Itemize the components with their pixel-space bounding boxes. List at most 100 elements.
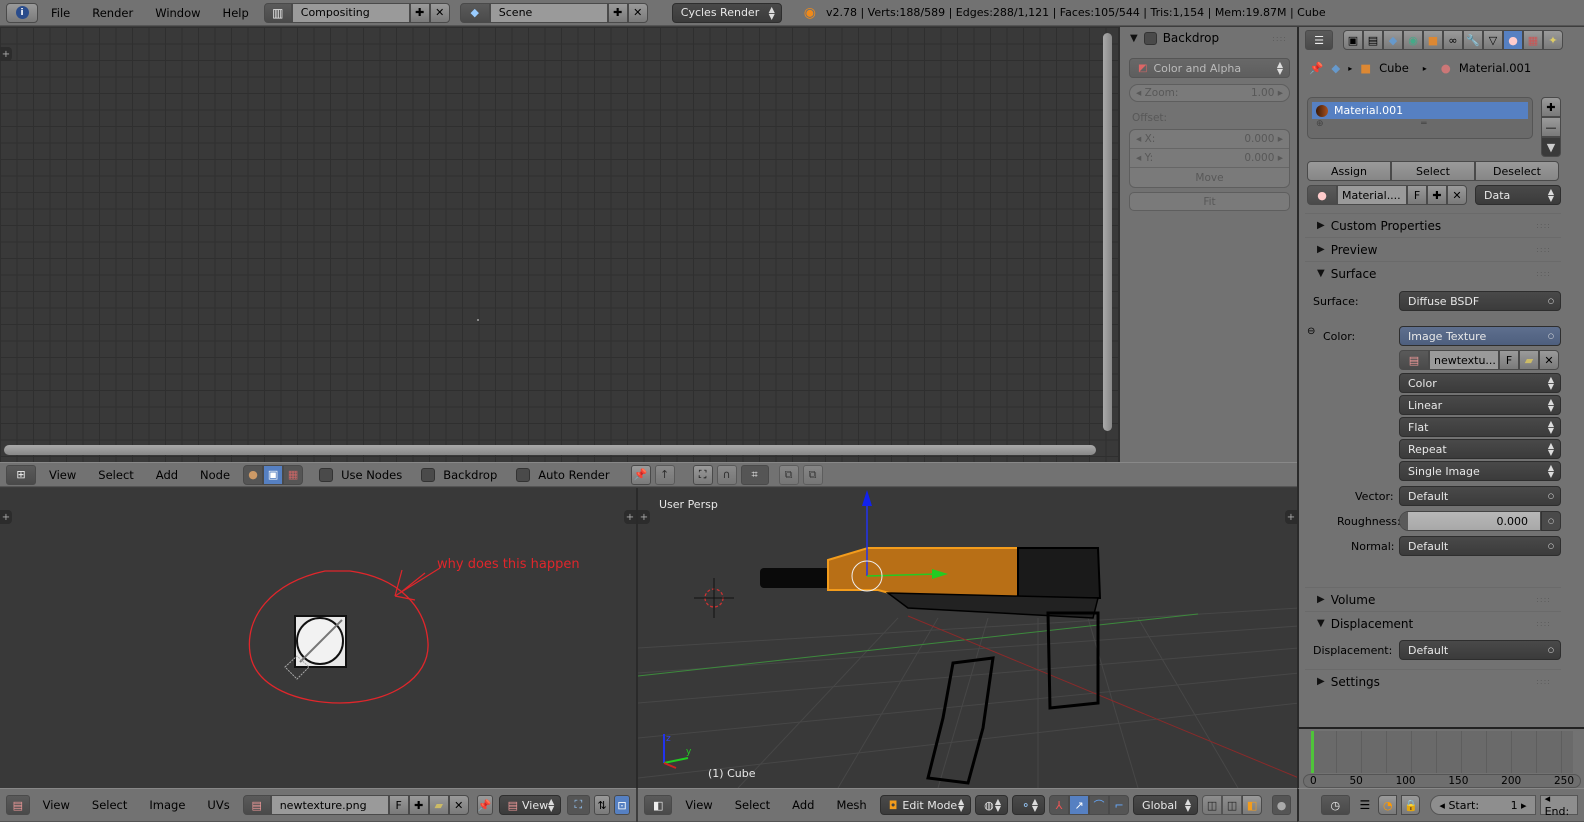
slot-specials-button[interactable]: ▼: [1541, 137, 1561, 157]
panel-custom-properties[interactable]: ▶ Custom Properties::::: [1305, 213, 1561, 237]
panel-settings[interactable]: ▶ Settings::::: [1305, 669, 1561, 693]
material-browse-button[interactable]: ●: [1307, 185, 1337, 205]
expand-properties-icon[interactable]: +: [1285, 510, 1297, 524]
editor-type-node-button[interactable]: ⊞: [6, 464, 36, 485]
node-editor-canvas[interactable]: +: [0, 27, 1118, 462]
vertical-scrollbar[interactable]: [1103, 33, 1112, 431]
auto-render-checkbox[interactable]: [516, 467, 531, 482]
menu-window[interactable]: Window: [146, 6, 209, 20]
new-image-button[interactable]: ✚: [408, 795, 429, 815]
rotate-manipulator[interactable]: ⌒: [1089, 795, 1110, 815]
frame-ruler[interactable]: 0 50 100 150 200 250: [1303, 774, 1581, 788]
image-browse-button[interactable]: ▤: [242, 795, 271, 815]
orientation-dropdown[interactable]: Global ▲ ▼: [1133, 795, 1199, 815]
surface-shader-button[interactable]: Diffuse BSDF ○: [1399, 291, 1561, 311]
tab-data[interactable]: ▽: [1483, 30, 1503, 50]
menu-uvs[interactable]: UVs: [198, 798, 238, 812]
menu-help[interactable]: Help: [214, 6, 258, 20]
use-nodes-checkbox[interactable]: [319, 467, 334, 482]
screen-layout-browse-button[interactable]: ▥: [263, 2, 292, 23]
list-resize-handle-icon[interactable]: ═: [1421, 119, 1426, 129]
snap-toggle-button[interactable]: ∩: [716, 464, 737, 485]
texture-nodes-button[interactable]: ▦: [283, 464, 304, 485]
timeline-area[interactable]: [1311, 731, 1573, 773]
current-frame-indicator[interactable]: [1311, 731, 1314, 773]
add-scene-button[interactable]: ✚: [607, 2, 628, 23]
pin-icon[interactable]: 📌: [1309, 61, 1323, 75]
normal-input-button[interactable]: Default ○: [1399, 536, 1561, 556]
pin-image-button[interactable]: 📌: [476, 795, 493, 815]
tab-world[interactable]: ◉: [1403, 30, 1423, 50]
image-name-field[interactable]: newtexture.png: [270, 795, 389, 815]
roughness-slider[interactable]: 0.000: [1399, 511, 1541, 531]
move-button[interactable]: Move: [1130, 168, 1289, 187]
vector-input-button[interactable]: Default ○: [1399, 486, 1561, 506]
menu-image[interactable]: Image: [140, 798, 194, 812]
assign-button[interactable]: Assign: [1307, 161, 1391, 181]
timeline-editor[interactable]: 0 50 100 150 200 250: [1297, 727, 1584, 788]
scene-field[interactable]: Scene: [489, 2, 608, 23]
drag-handle-icon[interactable]: ::::: [1272, 34, 1287, 43]
menu-select[interactable]: Select: [89, 468, 142, 482]
menu-collapse-icon[interactable]: ☰: [1360, 798, 1371, 812]
drag-handle-icon[interactable]: ::::: [1536, 595, 1551, 604]
backdrop-channels-dropdown[interactable]: ◩ Color and Alpha ▲ ▼: [1129, 58, 1290, 78]
panel-preview[interactable]: ▶ Preview::::: [1305, 237, 1561, 261]
parent-tree-button[interactable]: ↑: [654, 464, 675, 485]
menu-view[interactable]: View: [34, 798, 79, 812]
backdrop-panel-header[interactable]: ▼ Backdrop ::::: [1120, 27, 1297, 49]
collapse-socket-icon[interactable]: ⊖: [1307, 326, 1315, 337]
translate-manipulator[interactable]: ↗: [1069, 795, 1090, 815]
compositing-nodes-button[interactable]: ▣: [263, 464, 284, 485]
tab-material[interactable]: ●: [1503, 30, 1523, 50]
paste-nodes-button[interactable]: ⧉: [802, 464, 823, 485]
material-fake-user-button[interactable]: F: [1407, 185, 1427, 205]
menu-view[interactable]: View: [40, 468, 85, 482]
interpolation-dropdown[interactable]: Linear ▲ ▼: [1399, 395, 1561, 415]
scene-browse-button[interactable]: ◆: [459, 2, 490, 23]
tab-particles[interactable]: ✦: [1543, 30, 1563, 50]
offset-y-field[interactable]: ◂ Y: 0.000 ▸: [1130, 149, 1289, 168]
menu-render[interactable]: Render: [83, 6, 142, 20]
editor-type-properties-button[interactable]: ☰: [1305, 30, 1333, 50]
snap-settings-button[interactable]: ⛶: [692, 464, 713, 485]
fake-user-button[interactable]: F: [388, 795, 409, 815]
unlink-texture-button[interactable]: ✕: [1539, 350, 1559, 370]
expand-properties-icon[interactable]: +: [624, 510, 636, 524]
unlink-material-button[interactable]: ✕: [1447, 185, 1467, 205]
menu-view[interactable]: View: [676, 798, 721, 812]
projection-dropdown[interactable]: Flat ▲ ▼: [1399, 417, 1561, 437]
fit-button[interactable]: Fit: [1129, 192, 1290, 211]
select-button[interactable]: Select: [1391, 161, 1475, 181]
backdrop-checkbox[interactable]: [1143, 31, 1157, 45]
tab-constraints[interactable]: ∞: [1443, 30, 1463, 50]
expand-toolshelf-icon[interactable]: +: [0, 47, 12, 61]
editor-type-3d-button[interactable]: ◧: [644, 795, 673, 815]
menu-add[interactable]: Add: [783, 798, 823, 812]
tab-texture[interactable]: ▦: [1523, 30, 1543, 50]
menu-add[interactable]: Add: [147, 468, 187, 482]
deselect-button[interactable]: Deselect: [1475, 161, 1559, 181]
remove-scene-button[interactable]: ✕: [627, 2, 648, 23]
manipulator-toggle[interactable]: ⅄: [1049, 795, 1070, 815]
tab-object[interactable]: ■: [1423, 30, 1443, 50]
panel-surface[interactable]: ▼ Surface::::: [1305, 261, 1561, 285]
add-screen-button[interactable]: ✚: [409, 2, 430, 23]
open-texture-button[interactable]: ▰: [1519, 350, 1539, 370]
backdrop-toggle-checkbox[interactable]: [421, 467, 436, 482]
remove-screen-button[interactable]: ✕: [429, 2, 450, 23]
remove-slot-button[interactable]: —: [1541, 117, 1561, 137]
shader-nodes-button[interactable]: ●: [243, 464, 264, 485]
link-dropdown[interactable]: Data ▲ ▼: [1475, 185, 1561, 205]
displacement-input-button[interactable]: Default ○: [1399, 640, 1561, 660]
offset-x-field[interactable]: ◂ X: 0.000 ▸: [1130, 130, 1289, 149]
material-slot-item[interactable]: Material.001: [1312, 102, 1528, 119]
editor-type-image-button[interactable]: ▤: [6, 795, 30, 815]
render-engine-dropdown[interactable]: Cycles Render ▲ ▼: [671, 2, 782, 23]
pivot-dropdown[interactable]: ⛶: [566, 795, 591, 815]
face-select-button[interactable]: ◧: [1242, 795, 1263, 815]
open-image-button[interactable]: ▰: [428, 795, 449, 815]
roughness-socket-button[interactable]: ○: [1541, 511, 1561, 531]
start-frame-field[interactable]: ◂ Start: 1 ▸: [1430, 795, 1536, 815]
texture-fake-user-button[interactable]: F: [1499, 350, 1519, 370]
